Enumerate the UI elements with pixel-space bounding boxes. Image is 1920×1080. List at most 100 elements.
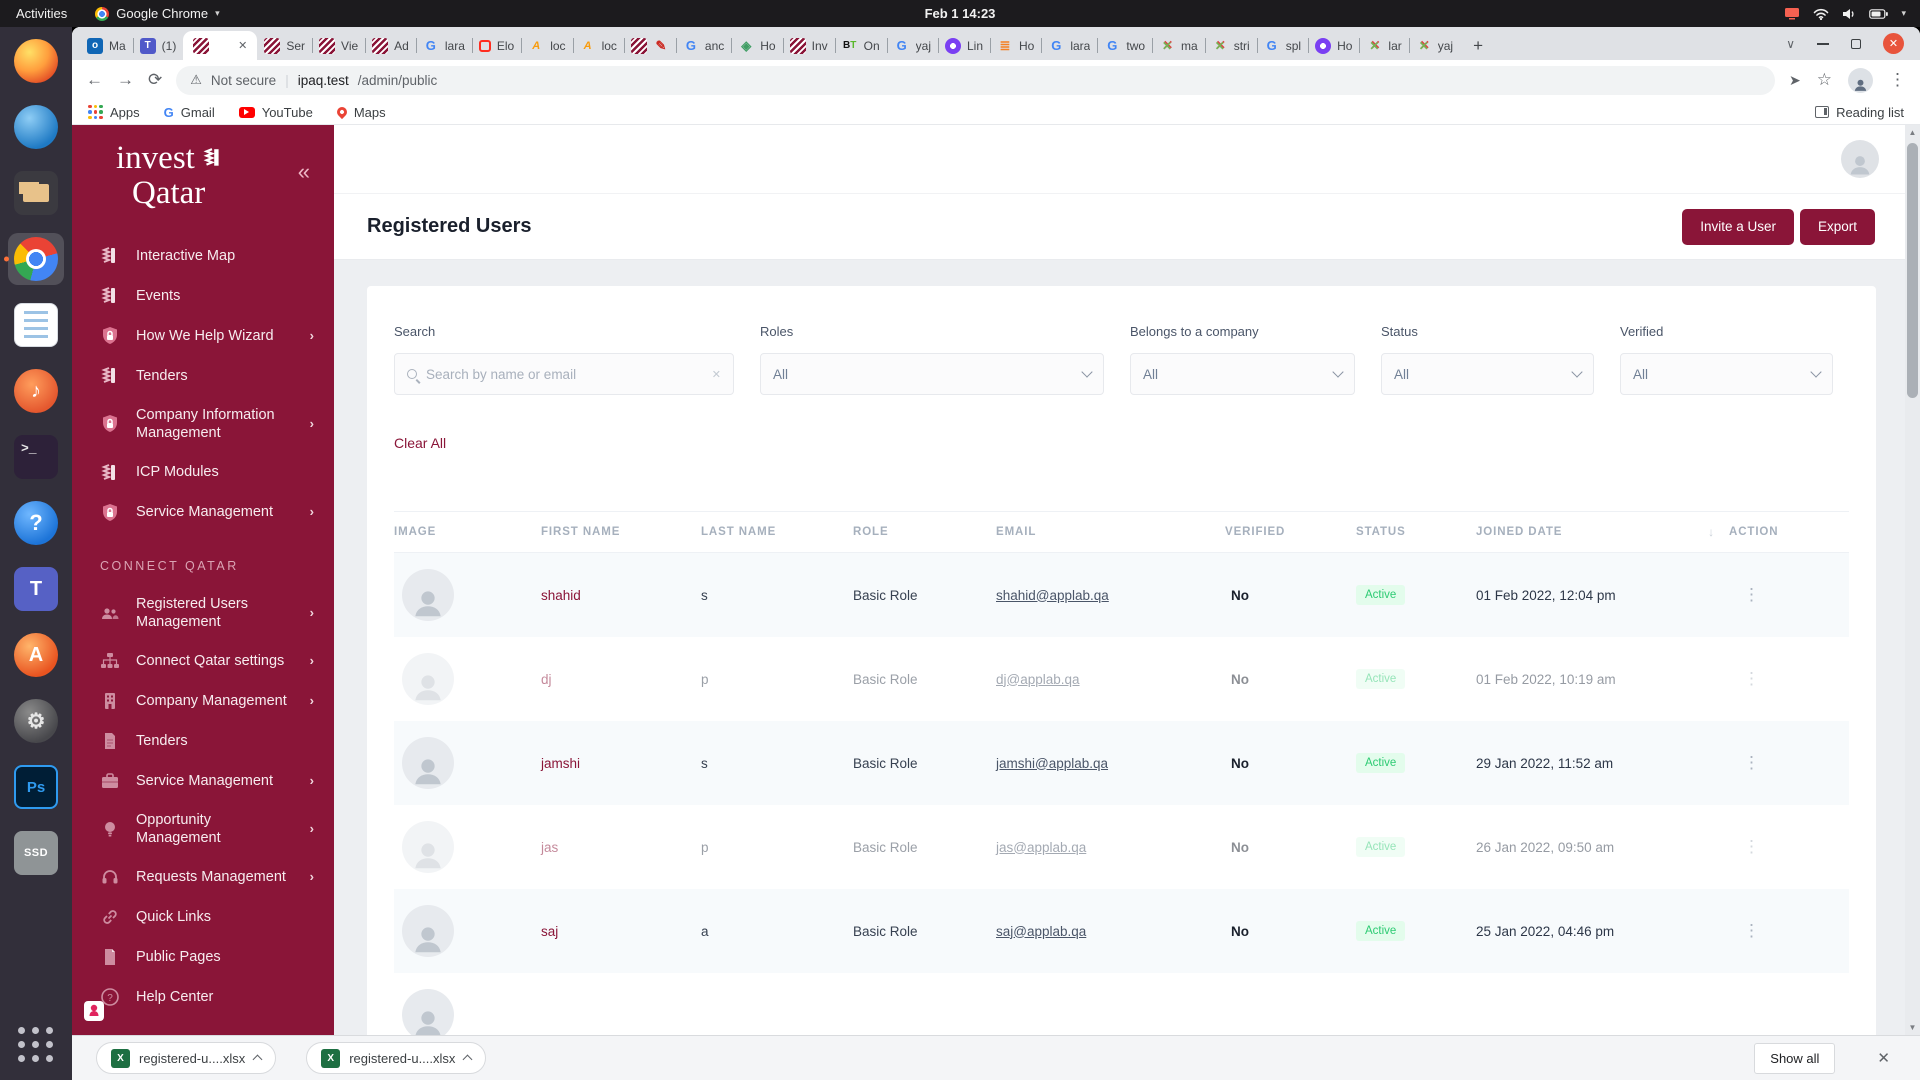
tab-elo[interactable]: Elo <box>471 31 521 60</box>
share-icon[interactable]: ➤ <box>1789 72 1801 89</box>
tab-search-icon[interactable]: ∨ <box>1786 37 1795 51</box>
tab-1[interactable]: T (1) <box>132 31 184 60</box>
scroll-up-icon[interactable]: ▲ <box>1909 125 1917 140</box>
show-all-downloads-button[interactable]: Show all <box>1754 1042 1836 1074</box>
invite-user-button[interactable]: Invite a User <box>1682 208 1794 245</box>
tab-invest-qatar-admin[interactable]: ✕ <box>183 31 258 60</box>
dock-help[interactable]: ? <box>8 497 64 549</box>
sidebar-item-public-pages[interactable]: Public Pages <box>72 937 334 977</box>
column-header-action[interactable]: ACTION <box>1729 526 1849 538</box>
reading-list-button[interactable]: Reading list <box>1815 105 1904 120</box>
sidebar-item-company-information-management[interactable]: Company Information Management › <box>72 396 334 452</box>
chevron-up-icon[interactable] <box>462 1054 473 1065</box>
row-actions-menu-icon[interactable]: ⋮ <box>1729 921 1849 941</box>
dock-ssd[interactable]: SSD <box>8 827 64 879</box>
column-header-first-name[interactable]: FIRST NAME <box>541 526 701 538</box>
activities-button[interactable]: Activities <box>12 6 71 21</box>
focused-app-menu[interactable]: Google Chrome ▾ <box>91 6 223 21</box>
dock-terminal[interactable]: >_ <box>8 431 64 483</box>
column-header-joined-date[interactable]: JOINED DATE ↓ <box>1476 525 1729 539</box>
minimize-button[interactable] <box>1817 42 1829 45</box>
bookmark-youtube[interactable]: YouTube <box>238 105 313 120</box>
sidebar-item-tenders[interactable]: Tenders <box>72 356 334 396</box>
dock-writer[interactable] <box>8 299 64 351</box>
sidebar-item-opportunity-management[interactable]: Opportunity Management › <box>72 801 334 857</box>
maximize-button[interactable] <box>1851 38 1861 49</box>
tab-close-icon[interactable]: ✕ <box>238 39 247 52</box>
table-row[interactable]: jas p Basic Role jas@applab.qa No Active 26 Ja… <box>394 805 1849 889</box>
sidebar-item-service-management[interactable]: Service Management › <box>72 761 334 801</box>
roles-select[interactable]: All <box>760 353 1104 395</box>
sidebar-item-how-we-help-wizard[interactable]: How We Help Wizard › <box>72 316 334 356</box>
dock-rhythmbox[interactable]: ♪ <box>8 365 64 417</box>
table-row-partial[interactable] <box>394 973 1849 1035</box>
tab-ma[interactable]: ✕ ma <box>1152 31 1205 60</box>
email-link[interactable]: jamshi@applab.qa <box>996 756 1225 771</box>
sort-icon[interactable]: ↓ <box>1708 525 1715 539</box>
email-link[interactable]: shahid@applab.qa <box>996 588 1225 603</box>
tab-loc[interactable]: Aloc <box>521 31 572 60</box>
close-window-button[interactable]: ✕ <box>1883 33 1904 54</box>
tab-anc[interactable]: Ganc <box>675 31 731 60</box>
sidebar-item-service-management[interactable]: Service Management › <box>72 493 334 533</box>
sidebar-item-connect-qatar-settings[interactable]: Connect Qatar settings › <box>72 641 334 681</box>
sidebar-item-interactive-map[interactable]: Interactive Map <box>72 236 334 276</box>
tab-inv[interactable]: Inv <box>782 31 835 60</box>
tab-ho[interactable]: Ho <box>1308 31 1359 60</box>
tab-loc[interactable]: Aloc <box>572 31 624 60</box>
table-row[interactable]: shahid s Basic Role shahid@applab.qa No Activ… <box>394 553 1849 637</box>
tab-stri[interactable]: ✕ stri <box>1204 31 1257 60</box>
status-select[interactable]: All <box>1381 353 1594 395</box>
tab-lar[interactable]: ✕ lar <box>1359 31 1408 60</box>
clear-search-icon[interactable]: ✕ <box>712 368 721 381</box>
email-link[interactable]: dj@applab.qa <box>996 672 1225 687</box>
back-button[interactable]: ← <box>86 70 103 90</box>
tab-vie[interactable]: Vie <box>312 31 365 60</box>
tab-spl[interactable]: Gspl <box>1256 31 1308 60</box>
sidebar-item-requests-management[interactable]: Requests Management › <box>72 857 334 897</box>
table-row[interactable]: dj p Basic Role dj@applab.qa No Active 01 Feb … <box>394 637 1849 721</box>
tab-on[interactable]: B T On <box>834 31 887 60</box>
sidebar-item-events[interactable]: Events <box>72 276 334 316</box>
row-actions-menu-icon[interactable]: ⋮ <box>1729 669 1849 689</box>
sidebar-item-registered-users-management[interactable]: Registered Users Management › <box>72 585 334 641</box>
column-header-image[interactable]: IMAGE <box>394 526 541 538</box>
tab-ho[interactable]: ≣ Ho <box>990 31 1041 60</box>
new-tab-button[interactable]: + <box>1464 32 1492 60</box>
close-downloads-icon[interactable]: ✕ <box>1865 1049 1902 1067</box>
tab-ser[interactable]: Ser <box>257 31 312 60</box>
export-button[interactable]: Export <box>1799 208 1875 245</box>
gnome-status-area[interactable]: ▾ <box>1784 7 1920 20</box>
user-avatar[interactable] <box>1841 140 1879 178</box>
table-row[interactable]: saj a Basic Role saj@applab.qa No Active 25 Ja… <box>394 889 1849 973</box>
bookmark-maps[interactable]: Maps <box>334 105 386 120</box>
scrollbar-thumb[interactable] <box>1907 143 1918 398</box>
dock-photoshop[interactable]: Ps <box>8 761 64 813</box>
dock-app-grid[interactable] <box>8 1022 64 1074</box>
dock-teams[interactable]: T <box>8 563 64 615</box>
sidebar-item-quick-links[interactable]: Quick Links <box>72 897 334 937</box>
dock-settings[interactable]: ⚙ <box>8 695 64 747</box>
forward-button[interactable]: → <box>117 70 134 90</box>
tab-ad[interactable]: Ad <box>365 31 416 60</box>
debug-hand-icon[interactable] <box>84 1001 104 1021</box>
sidebar-item-icp-modules[interactable]: ICP Modules <box>72 453 334 493</box>
table-row[interactable]: jamshi s Basic Role jamshi@applab.qa No Activ… <box>394 721 1849 805</box>
sidebar-item-company-management[interactable]: Company Management › <box>72 681 334 721</box>
dock-thunderbird[interactable] <box>8 101 64 153</box>
row-actions-menu-icon[interactable]: ⋮ <box>1729 837 1849 857</box>
scroll-down-icon[interactable]: ▼ <box>1909 1020 1917 1035</box>
email-link[interactable]: jas@applab.qa <box>996 840 1225 855</box>
tab-lin[interactable]: Lin <box>937 31 990 60</box>
browser-menu-icon[interactable]: ⋮ <box>1889 70 1906 90</box>
bookmark-apps[interactable]: Apps <box>88 104 140 120</box>
column-header-email[interactable]: EMAIL <box>996 526 1225 538</box>
dock-files[interactable] <box>8 167 64 219</box>
tab-ma[interactable]: o Ma <box>80 31 133 60</box>
download-chip[interactable]: Xregistered-u....xlsx <box>306 1042 487 1074</box>
column-header-verified[interactable]: VERIFIED <box>1225 526 1356 538</box>
reload-button[interactable]: ⟳ <box>148 70 162 90</box>
bookmark-gmail[interactable]: G Gmail <box>164 105 215 120</box>
clock[interactable]: Feb 1 14:23 <box>925 6 996 21</box>
bookmark-star-icon[interactable]: ☆ <box>1817 70 1832 90</box>
